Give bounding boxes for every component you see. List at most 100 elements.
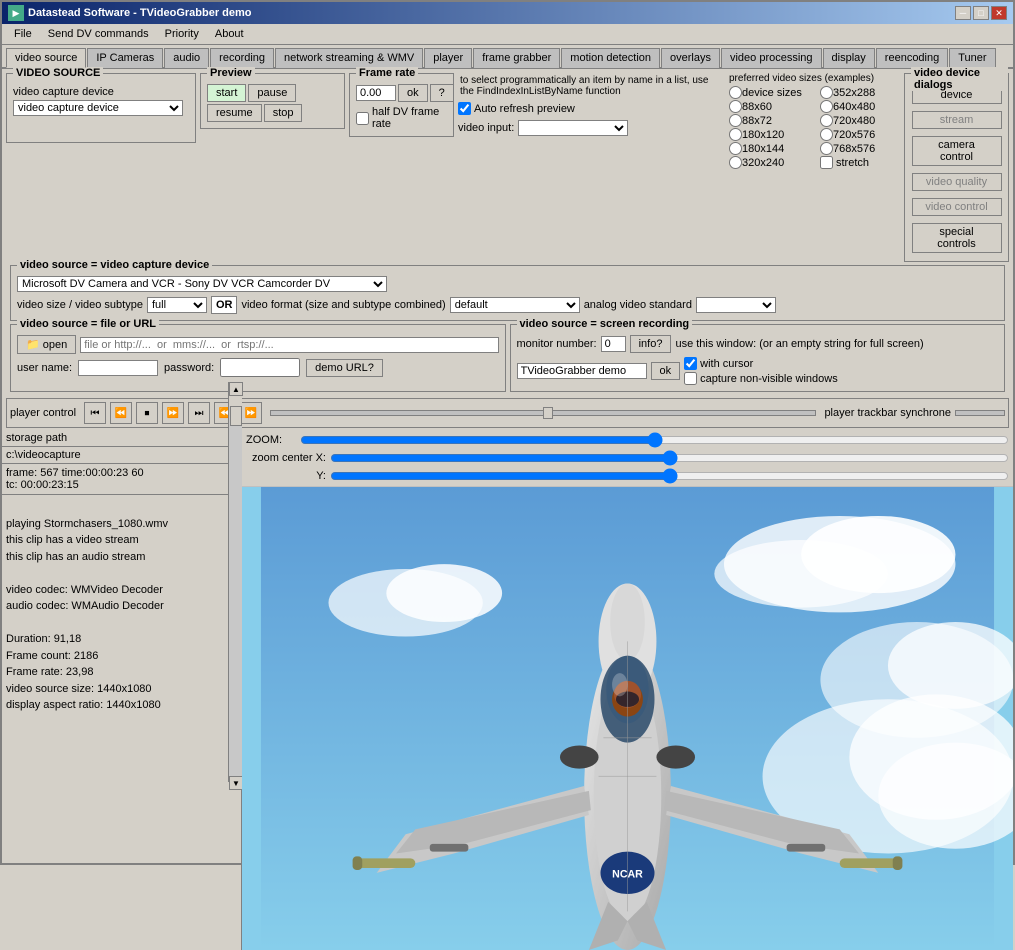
player-btn-1[interactable]: ⏮ (84, 402, 106, 424)
zoom-center-x-slider[interactable] (330, 450, 1009, 466)
tab-audio[interactable]: audio (164, 48, 209, 68)
size-88x72-radio[interactable] (729, 114, 742, 127)
zoom-slider[interactable] (300, 432, 1009, 448)
folder-icon: 📁 (26, 339, 40, 351)
half-dv-row: half DV frame rate (356, 106, 447, 130)
capture-device-row: video source = video capture device Micr… (6, 265, 1009, 321)
tab-recording[interactable]: recording (210, 48, 274, 68)
monitor-input[interactable] (601, 336, 626, 352)
video-control-button[interactable]: video control (912, 198, 1002, 216)
player-btn-5[interactable]: ⏭ (188, 402, 210, 424)
title-bar: ▶ Datastead Software - TVideoGrabber dem… (2, 2, 1013, 24)
video-source-select[interactable]: video capture device (13, 100, 183, 116)
size-device-radio[interactable] (729, 86, 742, 99)
video-input-select[interactable] (518, 120, 628, 136)
capture-device-title: video source = video capture device (17, 259, 212, 271)
right-panel: ZOOM: zoom center X: Y: (242, 430, 1013, 950)
file-url-group: video source = file or URL 📁 open user n… (10, 324, 506, 392)
capture-non-visible-label: capture non-visible windows (700, 373, 838, 385)
file-url-title: video source = file or URL (17, 318, 159, 330)
size-subtype-select[interactable]: full (147, 297, 207, 313)
size-180x144-radio[interactable] (729, 142, 742, 155)
tab-reencoding[interactable]: reencoding (876, 48, 948, 68)
size-720x576-radio[interactable] (820, 128, 833, 141)
password-input[interactable] (220, 358, 300, 377)
size-352x288: 352x288 (820, 86, 900, 99)
open-button[interactable]: 📁 open (17, 335, 76, 354)
close-button[interactable]: ✕ (991, 6, 1007, 20)
scroll-thumb[interactable] (230, 406, 242, 426)
sync-trackbar[interactable] (955, 410, 1005, 416)
frame-rate-ok-button[interactable]: ok (398, 84, 428, 102)
size-640-radio[interactable] (820, 100, 833, 113)
tab-video-source[interactable]: video source (6, 48, 86, 68)
tab-overlays[interactable]: overlays (661, 48, 720, 68)
camera-control-button[interactable]: camera control (912, 136, 1002, 166)
username-label: user name: (17, 362, 72, 374)
tab-motion-detection[interactable]: motion detection (561, 48, 660, 68)
size-88x60-radio[interactable] (729, 100, 742, 113)
scroll-up-button[interactable]: ▲ (229, 382, 243, 396)
player-btn-3[interactable]: ⏹ (136, 402, 158, 424)
player-btn-4[interactable]: ⏩ (162, 402, 184, 424)
stream-dialog-button[interactable]: stream (912, 111, 1002, 129)
stop-button[interactable]: stop (264, 104, 303, 122)
username-input[interactable] (78, 360, 158, 376)
demo-url-button[interactable]: demo URL? (306, 359, 383, 377)
zoom-center-x-row: zoom center X: (246, 450, 1009, 466)
size-720x480: 720x480 (820, 114, 900, 127)
menu-file[interactable]: File (6, 26, 40, 42)
cursor-options: with cursor capture non-visible windows (684, 357, 838, 385)
menu-send-dv[interactable]: Send DV commands (40, 26, 157, 42)
log-audio-codec: audio codec: WMAudio Decoder (6, 598, 237, 615)
tab-player[interactable]: player (424, 48, 472, 68)
size-720x480-radio[interactable] (820, 114, 833, 127)
use-window-input[interactable] (517, 363, 647, 379)
timecode: tc: 00:00:23:15 (6, 479, 237, 491)
auto-refresh-checkbox[interactable] (458, 102, 471, 115)
zoom-center-y-slider[interactable] (330, 468, 1009, 484)
video-quality-button[interactable]: video quality (912, 173, 1002, 191)
special-controls-button[interactable]: special controls (912, 223, 1002, 253)
tab-frame-grabber[interactable]: frame grabber (473, 48, 560, 68)
tab-tuner[interactable]: Tuner (949, 48, 995, 68)
stretch-checkbox[interactable] (820, 156, 833, 169)
frame-rate-question-button[interactable]: ? (430, 84, 454, 102)
auto-refresh-row: Auto refresh preview (458, 102, 725, 115)
tab-ip-cameras[interactable]: IP Cameras (87, 48, 163, 68)
tab-display[interactable]: display (823, 48, 875, 68)
menu-priority[interactable]: Priority (157, 26, 207, 42)
player-btn-2[interactable]: ⏪ (110, 402, 132, 424)
size-768x576-radio[interactable] (820, 142, 833, 155)
frame-rate-title: Frame rate (356, 67, 418, 79)
file-url-input[interactable] (80, 337, 498, 353)
capture-non-visible-checkbox[interactable] (684, 372, 697, 385)
pause-button[interactable]: pause (248, 84, 296, 102)
log-line-1 (6, 499, 237, 516)
with-cursor-checkbox[interactable] (684, 357, 697, 370)
format-select[interactable]: default (450, 297, 580, 313)
size-352-radio[interactable] (820, 86, 833, 99)
monitor-info-button[interactable]: info? (630, 335, 672, 353)
start-button[interactable]: start (207, 84, 246, 102)
log-blank2 (6, 615, 237, 632)
resume-button[interactable]: resume (207, 104, 262, 122)
size-320x240-radio[interactable] (729, 156, 742, 169)
player-btn-7[interactable]: ⏩ (240, 402, 262, 424)
scroll-down-button[interactable]: ▼ (229, 776, 243, 790)
capture-device-select[interactable]: Microsoft DV Camera and VCR - Sony DV VC… (17, 276, 387, 292)
tabs-bar: video source IP Cameras audio recording … (2, 45, 1013, 69)
use-window-ok-button[interactable]: ok (651, 362, 681, 380)
menu-about[interactable]: About (207, 26, 252, 42)
log-aspect-ratio: display aspect ratio: 1440x1080 (6, 697, 237, 714)
analog-select[interactable] (696, 297, 776, 313)
or-label: OR (211, 296, 238, 314)
size-180x120-radio[interactable] (729, 128, 742, 141)
player-trackbar[interactable] (270, 410, 816, 416)
frame-rate-input[interactable] (356, 85, 396, 101)
maximize-button[interactable]: □ (973, 6, 989, 20)
tab-network-streaming[interactable]: network streaming & WMV (275, 48, 423, 68)
half-dv-checkbox[interactable] (356, 112, 369, 125)
tab-video-processing[interactable]: video processing (721, 48, 822, 68)
minimize-button[interactable]: ─ (955, 6, 971, 20)
